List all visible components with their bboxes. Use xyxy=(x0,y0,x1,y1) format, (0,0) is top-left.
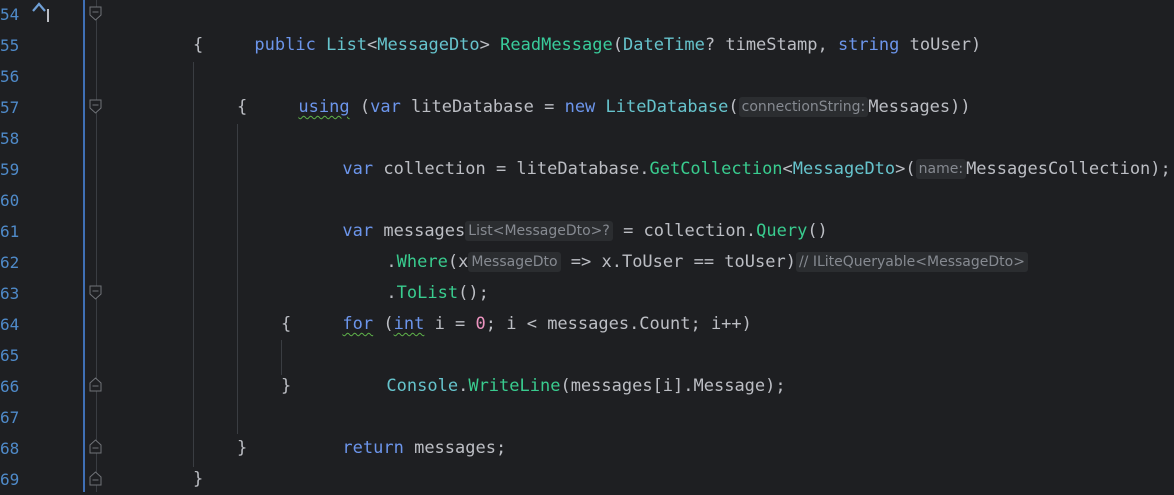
brace: } xyxy=(237,438,248,458)
code-line-56[interactable]: using (var liteDatabase = new LiteDataba… xyxy=(0,61,1174,117)
brace: } xyxy=(281,376,292,396)
code-line-64[interactable]: { xyxy=(0,309,1174,340)
code-line-65[interactable]: Console.WriteLine(messages[i].Message); xyxy=(0,340,1174,396)
punctuation: >( xyxy=(895,159,916,179)
code-line-58[interactable]: var collection = liteDatabase.GetCollect… xyxy=(0,123,1174,179)
code-line-69[interactable]: } xyxy=(0,464,1174,495)
code-line-63[interactable]: for (int i = 0; i < messages.Count; i++) xyxy=(0,278,1174,334)
code-line-60[interactable]: var messages List<MessageDto>? = collecti… xyxy=(0,185,1174,241)
punctuation: < xyxy=(782,159,793,179)
code-editor[interactable]: 54 55 56 57 58 59 60 61 62 63 64 65 66 6… xyxy=(0,0,1174,492)
code-line-66[interactable]: } xyxy=(0,371,1174,402)
line-number: 59 xyxy=(0,160,20,179)
code-line-57[interactable]: { xyxy=(0,92,1174,123)
parameter-hint: name: xyxy=(915,159,967,179)
method-name: GetCollection xyxy=(649,159,783,179)
brace: } xyxy=(193,469,204,489)
identifier: collection = liteDatabase. xyxy=(373,159,650,179)
brace: { xyxy=(281,314,292,334)
code-line-61[interactable]: .Where(x MessageDto => x.ToUser == toUser… xyxy=(0,216,1174,272)
code-line-68[interactable]: } xyxy=(0,433,1174,464)
type-name: MessageDto xyxy=(792,159,896,179)
code-line-67[interactable]: return messages; xyxy=(0,402,1174,458)
brace: { xyxy=(237,97,248,117)
identifier: MessagesCollection); xyxy=(966,159,1171,179)
keyword: var xyxy=(342,159,374,179)
code-line-62[interactable]: .ToList(); xyxy=(0,247,1174,303)
code-line-55[interactable]: { xyxy=(0,30,1174,61)
code-line-54[interactable]: public List<MessageDto> ReadMessage(Date… xyxy=(0,0,1174,55)
brace: { xyxy=(193,35,204,55)
